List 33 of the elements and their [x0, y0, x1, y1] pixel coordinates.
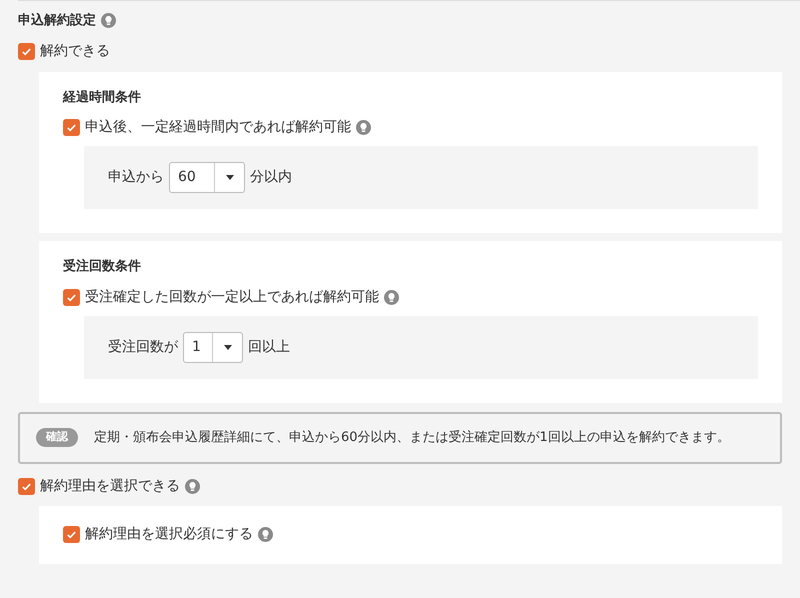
check-icon	[21, 46, 32, 56]
section-title: 申込解約設定	[18, 12, 96, 30]
hint-icon[interactable]	[185, 478, 200, 494]
checkbox[interactable]	[18, 478, 35, 494]
checkbox-label: 受注確定した回数が一定以上であれば解約可能	[85, 288, 379, 306]
check-icon	[66, 292, 77, 302]
hint-icon[interactable]	[356, 120, 371, 135]
confirm-badge: 確認	[36, 428, 78, 447]
checkbox-label: 解約できる	[40, 42, 110, 60]
number-select[interactable]: 60	[169, 162, 245, 193]
check-icon	[66, 529, 77, 540]
caret-icon	[224, 344, 232, 350]
hint-icon[interactable]	[384, 290, 399, 304]
hint-icon[interactable]	[258, 527, 273, 542]
checkbox-label: 解約理由を選択必須にする	[85, 525, 253, 544]
suffix-label: 回以上	[248, 338, 290, 356]
suffix-label: 分以内	[250, 168, 292, 187]
check-icon	[21, 480, 32, 492]
check-icon	[66, 122, 77, 133]
condition-heading: 受注回数条件	[63, 258, 142, 276]
hint-icon[interactable]	[101, 13, 116, 28]
condition-heading: 経過時間条件	[63, 88, 142, 106]
number-select[interactable]: 1	[183, 332, 243, 362]
prefix-label: 受注回数が	[108, 338, 178, 356]
checkbox-label: 申込後、一定経過時間内であれば解約可能	[85, 118, 351, 137]
prefix-label: 申込から	[108, 168, 164, 187]
checkbox[interactable]	[63, 119, 80, 136]
checkbox-label: 解約理由を選択できる	[40, 476, 180, 496]
checkbox[interactable]	[63, 526, 80, 543]
checkbox[interactable]	[63, 288, 80, 306]
confirm-text: 定期・頒布会申込履歴詳細にて、申込から60分以内、または受注確定回数が1回以上の申込を解約できます。	[94, 428, 730, 446]
caret-icon	[226, 175, 234, 180]
checkbox[interactable]	[18, 42, 35, 60]
